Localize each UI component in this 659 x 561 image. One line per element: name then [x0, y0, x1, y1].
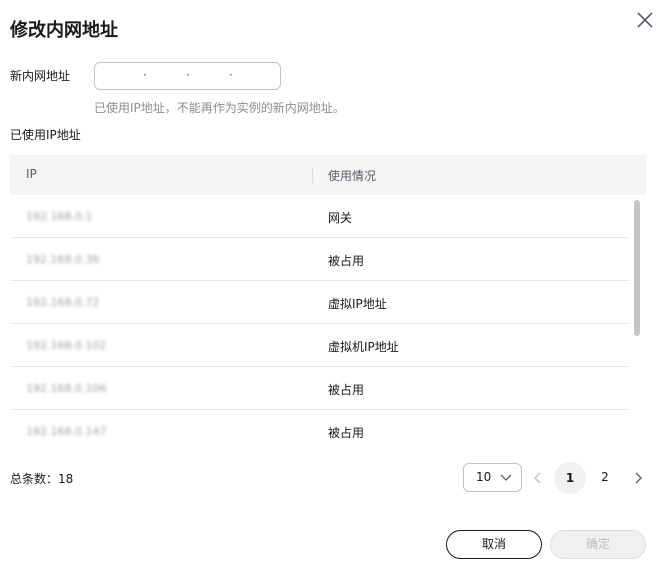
ip-cell: 192.168.0.147 — [26, 425, 107, 438]
close-icon[interactable] — [634, 9, 656, 31]
page-size-value: 10 — [476, 470, 492, 484]
table-row: 192.168.0.106 被占用 — [10, 367, 630, 410]
column-header-usage: 使用情况 — [328, 169, 377, 183]
ip-hint: 已使用IP地址，不能再作为实例的新内网地址。 — [94, 101, 345, 115]
new-ip-input[interactable]: · · · — [94, 62, 281, 90]
usage-cell: 被占用 — [328, 383, 365, 397]
table-row: 192.168.0.147 被占用 — [10, 410, 630, 441]
ip-separator: · — [186, 68, 190, 82]
table-row: 192.168.0.36 被占用 — [10, 238, 630, 281]
table-row: 192.168.0.72 虚拟IP地址 — [10, 281, 630, 324]
total-count: 总条数：18 — [10, 472, 74, 486]
table-scrollbar[interactable] — [634, 200, 640, 336]
ip-separator: · — [229, 68, 233, 82]
usage-cell: 被占用 — [328, 426, 365, 440]
table-row: 192.168.0.1 网关 — [10, 195, 630, 238]
usage-cell: 被占用 — [328, 254, 365, 268]
page-1-button[interactable]: 1 — [554, 462, 586, 494]
page-size-select[interactable]: 10 — [463, 463, 522, 492]
usage-cell: 虚拟IP地址 — [328, 297, 387, 311]
chevron-left-icon[interactable] — [530, 470, 546, 486]
usage-cell: 虚拟机IP地址 — [328, 340, 399, 354]
chevron-down-icon — [500, 474, 512, 481]
confirm-button[interactable]: 确定 — [550, 530, 646, 559]
table-header: IP 使用情况 — [10, 155, 646, 195]
chevron-right-icon[interactable] — [630, 470, 646, 486]
ip-cell: 192.168.0.102 — [26, 339, 107, 352]
column-divider — [312, 167, 313, 183]
ip-cell: 192.168.0.106 — [26, 382, 107, 395]
usage-cell: 网关 — [328, 211, 353, 225]
cancel-button[interactable]: 取消 — [446, 530, 542, 559]
dialog-title: 修改内网地址 — [10, 20, 118, 41]
used-ip-label: 已使用IP地址 — [10, 128, 81, 142]
column-header-ip: IP — [26, 167, 37, 181]
used-ip-table: IP 使用情况 192.168.0.1 网关 192.168.0.36 被占用 … — [10, 155, 646, 441]
new-ip-label: 新内网地址 — [10, 69, 71, 83]
ip-cell: 192.168.0.36 — [26, 253, 100, 266]
table-row: 192.168.0.102 虚拟机IP地址 — [10, 324, 630, 367]
ip-separator: · — [143, 68, 147, 82]
page-2-button[interactable]: 2 — [596, 470, 614, 484]
ip-cell: 192.168.0.72 — [26, 296, 100, 309]
ip-cell: 192.168.0.1 — [26, 210, 93, 223]
